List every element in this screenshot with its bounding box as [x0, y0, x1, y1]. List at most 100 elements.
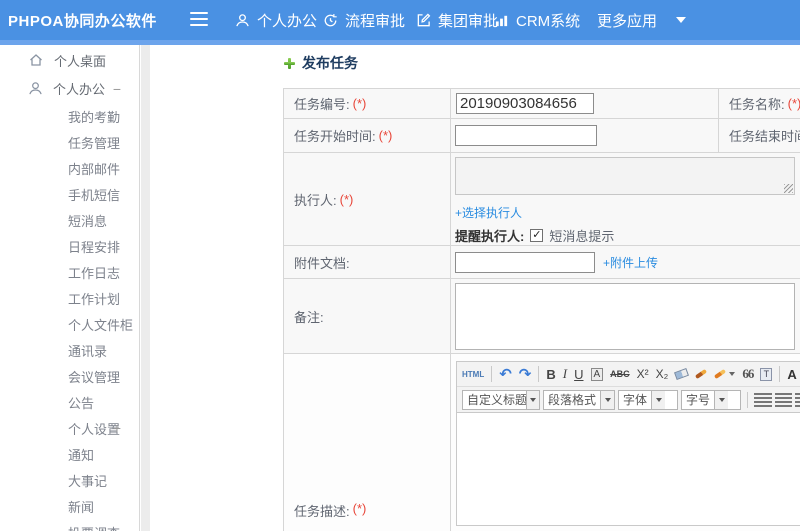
- sidebar-item-vote-survey[interactable]: 投票调查: [0, 519, 139, 531]
- nav-label: 更多应用: [597, 12, 658, 30]
- paragraph-format-dropdown[interactable]: 段落格式: [543, 389, 615, 410]
- collapse-icon[interactable]: −: [113, 81, 121, 97]
- sidebar-item-internal-mail[interactable]: 内部邮件: [0, 155, 139, 181]
- eraser-icon[interactable]: [674, 368, 690, 380]
- sidebar-item-personal-cabinet[interactable]: 个人文件柜: [0, 311, 139, 337]
- nav-label: 流程审批: [345, 12, 406, 30]
- executor-label: 执行人: (*): [284, 153, 451, 245]
- sidebar-item-task-management[interactable]: 任务管理: [0, 129, 139, 155]
- chevron-down-icon: [714, 390, 729, 409]
- align-center-icon[interactable]: [775, 392, 792, 407]
- align-right-icon[interactable]: [795, 392, 800, 407]
- app-logo: PHPOA协同办公软件: [8, 12, 157, 30]
- choose-executor-link[interactable]: +选择执行人: [455, 204, 522, 221]
- page-title: 发布任务: [283, 53, 358, 73]
- html-source-button[interactable]: HTML: [462, 370, 484, 379]
- italic-button[interactable]: I: [563, 366, 567, 382]
- publish-task-form: 任务编号:(*) 任务名称:(*) 任务开始时间:(*) 任务结束时间:(*): [283, 88, 800, 531]
- phpoa-app: PHPOA协同办公软件 个人办公 流程审批 集团审批 CRM系统 更多应用 个人…: [0, 0, 800, 531]
- strikethrough-button[interactable]: ABC: [610, 369, 630, 379]
- redo-icon[interactable]: ↷: [519, 365, 532, 383]
- task-name-label: 任务名称: (*): [719, 89, 800, 118]
- sidebar-item-announcement[interactable]: 公告: [0, 389, 139, 415]
- nav-label: CRM系统: [516, 12, 581, 30]
- nav-group-approval[interactable]: 集团审批: [416, 0, 498, 40]
- task-no-input[interactable]: [456, 93, 594, 114]
- remark-textarea[interactable]: [455, 282, 795, 350]
- nav-flow-approval[interactable]: 流程审批: [323, 0, 405, 40]
- bar-chart-icon: [494, 13, 509, 28]
- chevron-down-icon: [526, 390, 539, 409]
- font-color-button[interactable]: A: [787, 367, 800, 382]
- align-left-icon[interactable]: [754, 392, 772, 407]
- remark-label: 备注:: [284, 279, 451, 353]
- start-time-label: 任务开始时间: (*): [284, 119, 451, 152]
- sidebar-item-meeting-management[interactable]: 会议管理: [0, 363, 139, 389]
- blockquote-button[interactable]: 66: [742, 366, 754, 382]
- flow-approval-icon: [323, 13, 338, 28]
- sidebar-item-schedule[interactable]: 日程安排: [0, 233, 139, 259]
- sidebar-splitter[interactable]: [141, 45, 150, 531]
- attachment-label: 附件文档:: [284, 246, 451, 278]
- sidebar-item-label: 个人桌面: [54, 53, 107, 69]
- end-time-label: 任务结束时间:(*): [719, 119, 800, 152]
- highlight-wand-icon[interactable]: [714, 368, 736, 380]
- description-label: 任务描述: (*): [284, 354, 451, 531]
- nav-label: 个人办公: [257, 12, 318, 30]
- chevron-down-icon: [651, 390, 666, 409]
- sidebar: 个人桌面 个人办公 − 我的考勤 任务管理 内部邮件 手机短信 短消息 日程安排…: [0, 45, 140, 531]
- page-title-text: 发布任务: [302, 55, 358, 71]
- font-size-dropdown[interactable]: 字号: [681, 389, 741, 410]
- caret-down-icon: [676, 17, 687, 23]
- sidebar-item-personal-settings[interactable]: 个人设置 +: [0, 415, 139, 441]
- user-icon: [28, 81, 43, 96]
- sms-remind-label: 短消息提示: [549, 229, 615, 244]
- boxed-a-button[interactable]: A: [590, 367, 604, 381]
- top-bar-accent-strip: [0, 40, 800, 45]
- sidebar-item-label: 个人办公: [53, 82, 106, 97]
- editor-content-area[interactable]: [457, 413, 800, 525]
- paste-text-icon[interactable]: T: [760, 367, 773, 381]
- editor-toolbar-row2: 自定义标题 段落格式 字体 字号: [457, 387, 800, 413]
- editor-toolbar-row1: HTML ↶ ↷ B I U A ABC X² X₂ 66 T A: [457, 362, 800, 387]
- remind-executor-label: 提醒执行人:: [455, 229, 525, 244]
- custom-title-dropdown[interactable]: 自定义标题: [462, 389, 540, 410]
- sidebar-item-notice[interactable]: 通知: [0, 441, 139, 467]
- menu-toggle-icon[interactable]: [190, 12, 210, 28]
- format-brush-icon[interactable]: [695, 368, 708, 380]
- chevron-down-icon: [600, 390, 614, 409]
- sidebar-item-news[interactable]: 新闻: [0, 493, 139, 519]
- executor-textarea[interactable]: [455, 157, 795, 195]
- bold-button[interactable]: B: [546, 367, 555, 382]
- edit-approval-icon: [416, 12, 431, 28]
- sms-remind-checkbox[interactable]: ✓: [530, 229, 544, 242]
- nav-label: 集团审批: [438, 12, 499, 30]
- sidebar-item-personal-desktop[interactable]: 个人桌面: [0, 46, 139, 74]
- sidebar-item-contacts[interactable]: 通讯录: [0, 337, 139, 363]
- task-no-label: 任务编号: (*): [284, 89, 451, 118]
- sidebar-item-my-attendance[interactable]: 我的考勤: [0, 103, 139, 129]
- top-bar: PHPOA协同办公软件 个人办公 流程审批 集团审批 CRM系统 更多应用: [0, 0, 800, 40]
- home-icon: [28, 52, 44, 68]
- font-family-dropdown[interactable]: 字体: [618, 389, 678, 410]
- nav-crm-system[interactable]: CRM系统: [494, 0, 580, 40]
- sidebar-item-short-message[interactable]: 短消息: [0, 207, 139, 233]
- subscript-button[interactable]: X₂: [656, 367, 669, 381]
- sidebar-item-mobile-sms[interactable]: 手机短信: [0, 181, 139, 207]
- superscript-button[interactable]: X²: [637, 367, 649, 381]
- sidebar-item-personal-office[interactable]: 个人办公 −: [0, 74, 139, 103]
- expand-icon[interactable]: +: [113, 420, 121, 436]
- user-icon: [235, 13, 250, 28]
- nav-personal-office[interactable]: 个人办公: [235, 0, 317, 40]
- attachment-input[interactable]: [455, 251, 595, 273]
- start-time-input[interactable]: [455, 125, 597, 146]
- attachment-upload-link[interactable]: +附件上传: [603, 254, 658, 271]
- undo-icon[interactable]: ↶: [499, 365, 512, 383]
- underline-button[interactable]: U: [574, 367, 583, 382]
- sidebar-item-work-plan[interactable]: 工作计划: [0, 285, 139, 311]
- nav-more-apps[interactable]: 更多应用: [597, 0, 687, 40]
- sidebar-item-milestones[interactable]: 大事记: [0, 467, 139, 493]
- add-plus-icon: [283, 57, 296, 70]
- rich-text-editor: HTML ↶ ↷ B I U A ABC X² X₂ 66 T A 自定义标题 …: [456, 361, 800, 526]
- sidebar-item-work-log[interactable]: 工作日志: [0, 259, 139, 285]
